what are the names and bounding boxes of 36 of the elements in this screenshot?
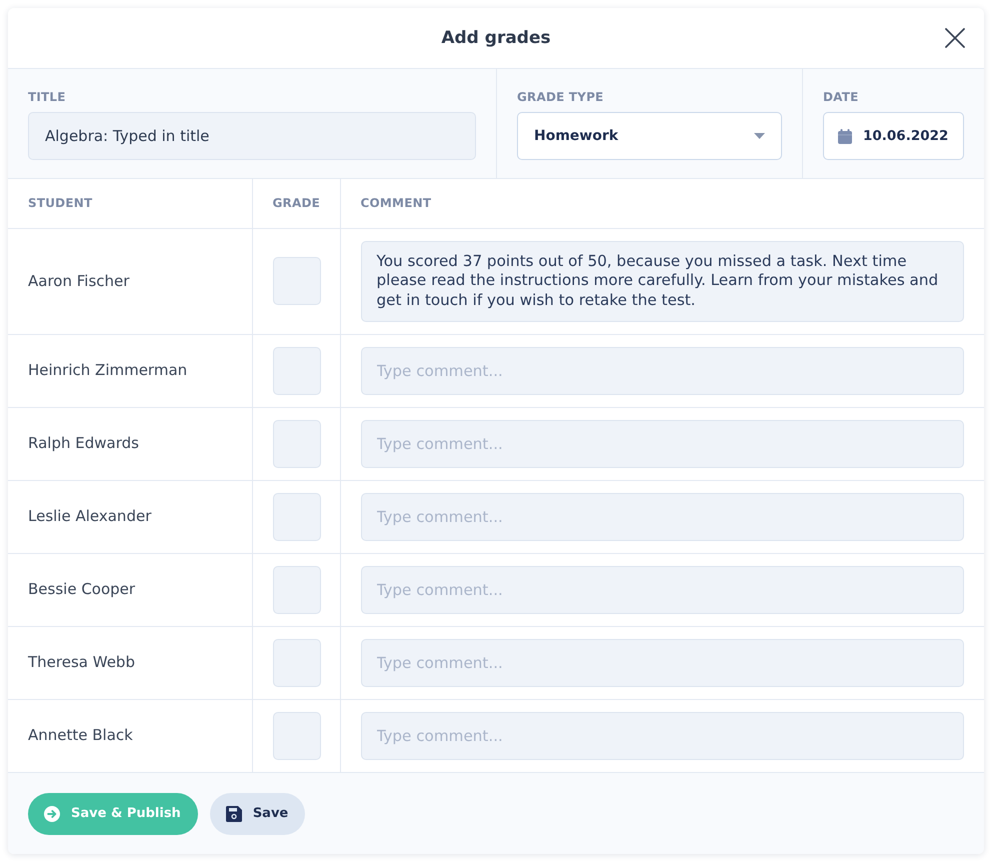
student-name: Leslie Alexander xyxy=(28,507,152,526)
comment-field[interactable]: You scored 37 points out of 50, because you missed a task. Next time please read the instructions more carefully. Learn from your mistakes and get in touch if you wish to retake the test. xyxy=(360,240,964,322)
calendar-icon xyxy=(838,128,852,144)
student-name: Heinrich Zimmerman xyxy=(28,361,188,380)
column-header: STUDENT xyxy=(28,196,92,210)
field-label: TITLE xyxy=(28,89,66,106)
comment-field[interactable]: Type comment... xyxy=(360,346,964,394)
grade-field[interactable] xyxy=(272,257,320,305)
grade-field[interactable] xyxy=(272,712,320,760)
grade-type-select[interactable]: Homework xyxy=(517,112,782,160)
comment-field[interactable]: Type comment... xyxy=(360,420,964,468)
caret-icon xyxy=(754,133,765,139)
grade-field[interactable] xyxy=(272,420,320,468)
comment-field[interactable]: Type comment... xyxy=(360,566,964,614)
title-field[interactable]: Algebra: Typed in title xyxy=(28,112,476,160)
field-label: GRADE TYPE xyxy=(517,89,604,106)
grade-field[interactable] xyxy=(272,492,320,540)
grade-field[interactable] xyxy=(272,566,320,614)
grade-field[interactable] xyxy=(272,346,320,394)
comment-field[interactable]: Type comment... xyxy=(360,492,964,540)
comment-field[interactable]: Type comment... xyxy=(360,712,964,760)
arrow-circle-icon xyxy=(44,806,60,822)
student-name: Theresa Webb xyxy=(28,653,135,672)
date-field[interactable]: 10.06.2022 xyxy=(823,112,964,160)
save-button[interactable]: Save xyxy=(210,792,306,834)
column-header: GRADE xyxy=(272,196,320,210)
grade-field[interactable] xyxy=(272,638,320,686)
column-header: COMMENT xyxy=(360,196,432,210)
comment-field[interactable]: Type comment... xyxy=(360,638,964,686)
close-icon xyxy=(945,28,965,48)
dialog-title: Add grades xyxy=(441,27,551,49)
student-name: Ralph Edwards xyxy=(28,434,139,452)
student-name: Bessie Cooper xyxy=(28,580,136,598)
student-name: Annette Black xyxy=(28,726,133,744)
student-name: Aaron Fischer xyxy=(28,272,130,290)
field-label: DATE xyxy=(823,89,858,106)
